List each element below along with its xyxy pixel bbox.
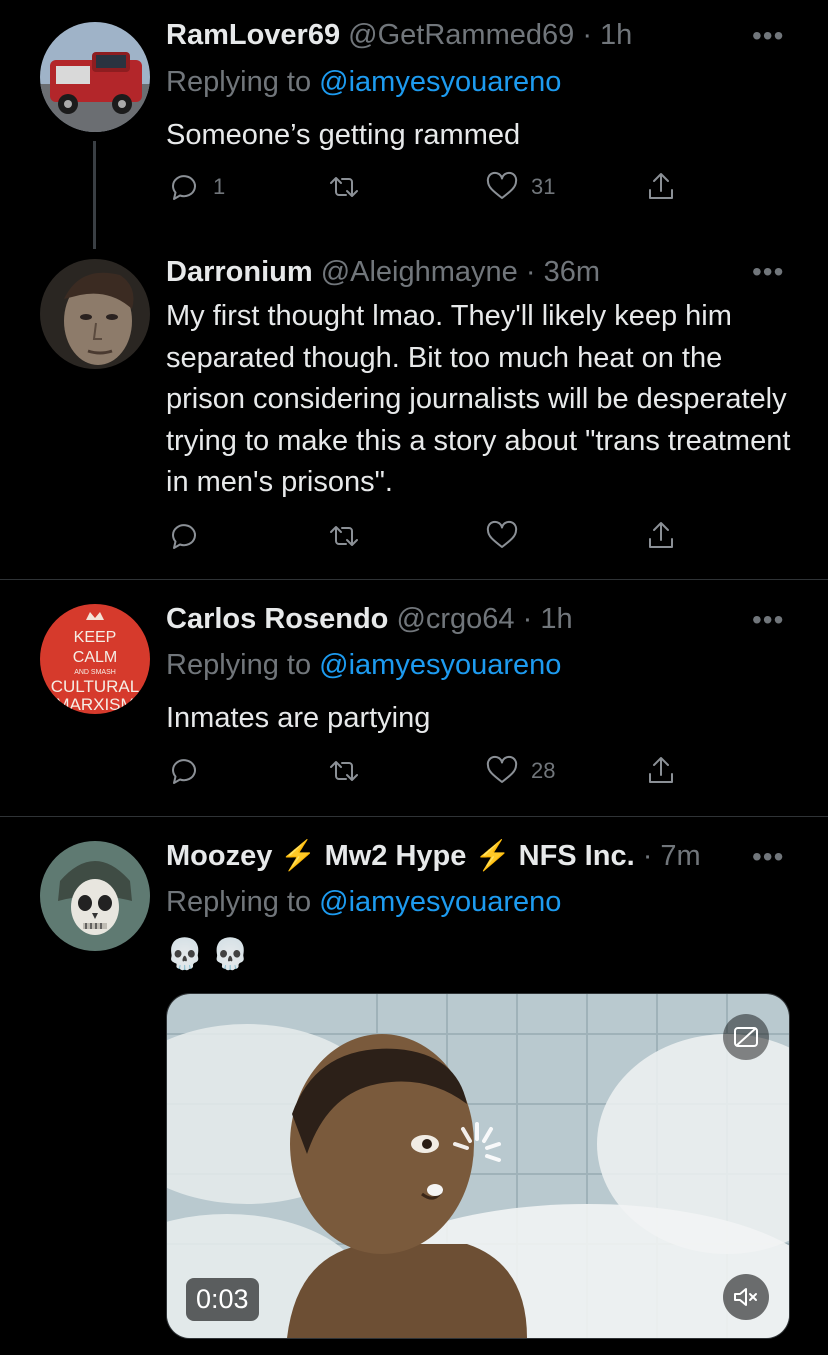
reply-button[interactable]: [167, 519, 213, 553]
video-player[interactable]: 0:03: [166, 993, 790, 1339]
like-count: 31: [531, 174, 556, 199]
avatar-text: CULTURAL: [51, 677, 139, 696]
retweet-icon: [330, 761, 358, 781]
tweet-text: Inmates are partying: [166, 702, 431, 734]
retweet-button[interactable]: [327, 754, 373, 788]
display-name-part: Moozey: [166, 840, 281, 872]
avatar[interactable]: KEEP CALM AND SMASH CULTURAL MARXISM: [40, 604, 150, 714]
retweet-button[interactable]: [327, 519, 373, 553]
timestamp[interactable]: · 7m: [635, 840, 701, 872]
reply-icon: [172, 524, 196, 549]
lightning-icon: ⚡: [474, 840, 511, 872]
reply-icon: [172, 759, 196, 784]
tweet-actions: 28: [0, 754, 828, 790]
display-name[interactable]: Darronium: [166, 256, 313, 288]
share-icon: [649, 173, 673, 199]
like-button[interactable]: [485, 519, 531, 553]
video-duration: 0:03: [186, 1278, 259, 1321]
replying-to: Replying to @iamyesyouareno: [166, 64, 561, 100]
mention-link[interactable]: @iamyesyouareno: [319, 886, 561, 918]
timestamp[interactable]: · 36m: [526, 256, 600, 288]
avatar[interactable]: [40, 22, 150, 132]
timestamp[interactable]: · 1h: [523, 603, 573, 635]
replying-to: Replying to @iamyesyouareno: [166, 647, 561, 683]
avatar-text: MARXISM: [55, 695, 134, 714]
mention-link[interactable]: @iamyesyouareno: [319, 649, 561, 681]
mute-toggle-button[interactable]: [723, 1274, 769, 1320]
tweet-darronium[interactable]: Darronium @Aleighmayne · 36m ••• My firs…: [0, 250, 828, 580]
user-handle[interactable]: @GetRammed69: [348, 19, 574, 51]
timestamp[interactable]: · 1h: [582, 19, 632, 51]
tweet-ramlover69[interactable]: RamLover69 @GetRammed69 · 1h ••• Replyin…: [0, 0, 828, 250]
more-options-icon[interactable]: •••: [752, 258, 784, 286]
tweet-header: Darronium @Aleighmayne · 36m: [166, 254, 600, 290]
display-name[interactable]: Moozey ⚡ Mw2 Hype ⚡ NFS Inc.: [166, 840, 635, 872]
tweet-header: RamLover69 @GetRammed69 · 1h: [166, 17, 632, 53]
retweet-icon: [330, 526, 358, 546]
tweet-header: Carlos Rosendo @crgo64 · 1h: [166, 601, 573, 637]
tweet-text: My first thought lmao. They'll likely ke…: [166, 300, 791, 498]
reply-button[interactable]: [167, 754, 213, 788]
like-button[interactable]: 31: [485, 170, 555, 204]
display-name[interactable]: Carlos Rosendo: [166, 603, 388, 635]
display-name-part: Mw2 Hype: [316, 840, 475, 872]
tweet-text: 💀 💀: [166, 938, 250, 971]
share-icon: [649, 522, 673, 548]
lightning-icon: ⚡: [280, 840, 317, 872]
tweet-actions: 1 31: [0, 170, 828, 206]
more-options-icon[interactable]: •••: [752, 22, 784, 50]
display-name-part: NFS Inc.: [510, 840, 635, 872]
more-options-icon[interactable]: •••: [752, 606, 784, 634]
heart-icon: [486, 755, 518, 783]
share-button[interactable]: [644, 754, 678, 788]
like-button[interactable]: 28: [485, 754, 555, 788]
reply-button[interactable]: 1: [167, 170, 225, 204]
speaker-muted-icon: [734, 1288, 757, 1306]
replying-to: Replying to @iamyesyouareno: [166, 884, 561, 920]
captions-off-icon: [734, 1027, 758, 1047]
replying-to-prefix: Replying to: [166, 66, 320, 98]
avatar[interactable]: [40, 259, 150, 369]
avatar-text: CALM: [73, 649, 117, 666]
truck-avatar-image: [40, 22, 150, 132]
display-name[interactable]: RamLover69: [166, 19, 340, 51]
replying-to-prefix: Replying to: [166, 886, 320, 918]
replying-to-prefix: Replying to: [166, 649, 320, 681]
skull-mask-avatar-image: [40, 841, 150, 951]
avatar[interactable]: [40, 841, 150, 951]
keep-calm-avatar-image: KEEP CALM AND SMASH CULTURAL MARXISM: [40, 604, 150, 714]
like-count: 28: [531, 758, 556, 783]
reply-icon: [172, 175, 196, 200]
reply-count: 1: [213, 174, 226, 199]
captions-toggle-button[interactable]: [723, 1014, 769, 1060]
avatar-text: KEEP: [74, 629, 117, 646]
tweet-actions: [0, 519, 828, 555]
share-button[interactable]: [644, 519, 678, 553]
heart-icon: [486, 520, 518, 548]
character-avatar-image: [40, 259, 150, 369]
user-handle[interactable]: @Aleighmayne: [321, 256, 518, 288]
retweet-icon: [330, 177, 358, 197]
share-icon: [649, 757, 673, 783]
avatar-text: AND SMASH: [74, 669, 116, 676]
tweet-header: Moozey ⚡ Mw2 Hype ⚡ NFS Inc. · 7m: [166, 838, 701, 874]
share-button[interactable]: [644, 170, 678, 204]
mention-link[interactable]: @iamyesyouareno: [319, 66, 561, 98]
heart-icon: [486, 171, 518, 199]
more-options-icon[interactable]: •••: [752, 843, 784, 871]
tweet-carlos-rosendo[interactable]: KEEP CALM AND SMASH CULTURAL MARXISM Car…: [0, 580, 828, 817]
retweet-button[interactable]: [327, 170, 373, 204]
user-handle[interactable]: @crgo64: [396, 603, 514, 635]
tweet-text: Someone’s getting rammed: [166, 119, 521, 151]
video-frame: [167, 994, 789, 1338]
